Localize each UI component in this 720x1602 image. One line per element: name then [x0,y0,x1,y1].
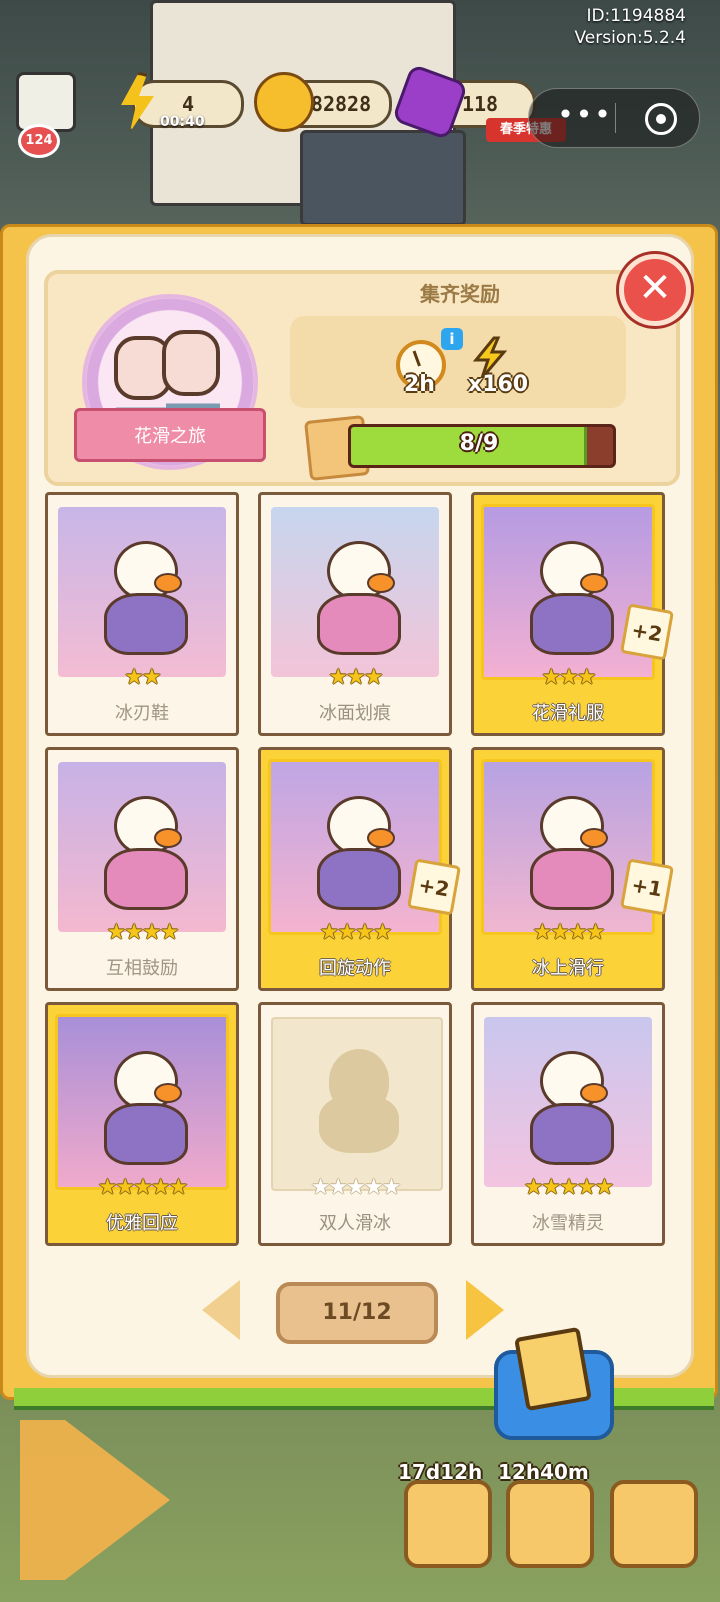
album-card[interactable]: ★★★★ 回旋动作 +2 [258,747,461,991]
photo-event-button[interactable] [506,1480,594,1568]
album-card[interactable]: ★★★★★ 双人滑冰 [258,1002,452,1246]
card-name: 冰上滑行 [532,958,604,979]
card-stars: ★★ [124,665,161,690]
card-name: 冰雪精灵 [532,1213,604,1234]
duck-beak-icon [154,828,182,848]
duck-beak-icon [154,1083,182,1103]
album-card[interactable]: ★★★★ 互相鼓励 [45,747,239,991]
album-button[interactable] [494,1326,614,1440]
skate-outfit-icon [104,1103,188,1165]
card-illustration [271,507,439,677]
miniprogram-capsule: ••• [528,88,700,148]
duplicate-count-badge: +2 [407,858,461,916]
album-cards-icon [514,1326,592,1412]
skate-outfit-icon [317,848,401,910]
album-card[interactable]: ★★ 冰刃鞋 [45,492,239,736]
duck-beak-icon [154,573,182,593]
duck-beak-icon [367,828,395,848]
card-name: 回旋动作 [319,958,391,979]
level-badge: 124 [18,124,60,158]
card-name: 花滑礼服 [532,703,604,724]
skate-outfit-icon [104,848,188,910]
skate-outfit-icon [530,1103,614,1165]
friends-button[interactable] [610,1480,698,1568]
album-card[interactable]: ★★★★★ 优雅回应 [45,1002,239,1246]
page-indicator: 11/12 [276,1282,438,1344]
card-stars: ★★★★★ [523,1175,615,1200]
locked-card-art [271,1017,443,1191]
card-stars: ★★★★ [106,920,180,945]
set-name: 花滑之旅 [134,426,206,447]
card-stars: ★★★ [328,665,383,690]
card-illustration [484,1017,652,1187]
duplicate-count-badge: +2 [620,603,674,661]
energy-value: 4 [181,92,195,116]
reward-title: 集齐奖励 [420,282,500,306]
close-icon: ✕ [638,265,672,311]
player-id: ID:1194884 [586,6,686,26]
reward-time: 2h [404,372,435,397]
duck-beak-icon [580,828,608,848]
version-label: Version:5.2.4 [574,28,687,48]
card-name: 冰面划痕 [319,703,391,724]
close-button[interactable]: ✕ [619,254,691,326]
flower-event-button[interactable] [404,1480,492,1568]
card-name: 双人滑冰 [319,1213,391,1234]
info-icon[interactable]: i [441,328,463,350]
card-stars: ★★★★ [532,920,606,945]
album-card[interactable]: ★★★ 冰面划痕 [258,492,452,736]
album-card[interactable]: ★★★ 花滑礼服 +2 [471,492,674,736]
card-name: 优雅回应 [106,1213,178,1234]
card-stars: ★★★★ [319,920,393,945]
background-building [300,130,466,226]
card-illustration [58,507,226,677]
coin-icon [254,72,314,132]
prev-page-arrow[interactable] [202,1280,240,1340]
next-page-arrow[interactable] [466,1280,504,1340]
album-card[interactable]: ★★★★ 冰上滑行 +1 [471,747,674,991]
close-miniprogram-icon[interactable] [645,103,677,135]
card-name: 冰刃鞋 [115,703,169,724]
card-illustration [55,1014,229,1190]
duck-beak-icon [580,573,608,593]
album-card[interactable]: ★★★★★ 冰雪精灵 [471,1002,665,1246]
set-name-ribbon: 花滑之旅 [74,408,266,462]
card-stars: ★★★ [541,665,596,690]
progress-text: 8/9 [459,431,499,456]
duck-beak-icon [580,1083,608,1103]
gem-value: 118 [461,92,499,116]
card-illustration [58,762,226,932]
capsule-divider [615,103,616,133]
card-stars: ★★★★★ [310,1175,402,1200]
more-options-button[interactable]: ••• [551,101,619,131]
card-stars: ★★★★★ [97,1175,189,1200]
card-name: 互相鼓励 [106,958,178,979]
skate-outfit-icon [530,848,614,910]
locked-silhouette-body [319,1095,399,1153]
reward-energy: x160 [468,372,529,397]
duck-beak-icon [367,573,395,593]
skate-outfit-icon [104,593,188,655]
skate-outfit-icon [530,593,614,655]
duplicate-count-badge: +1 [620,858,674,916]
skate-outfit-icon [317,593,401,655]
lock-gate-icon[interactable] [16,72,76,132]
energy-timer: 00:40 [160,114,205,130]
